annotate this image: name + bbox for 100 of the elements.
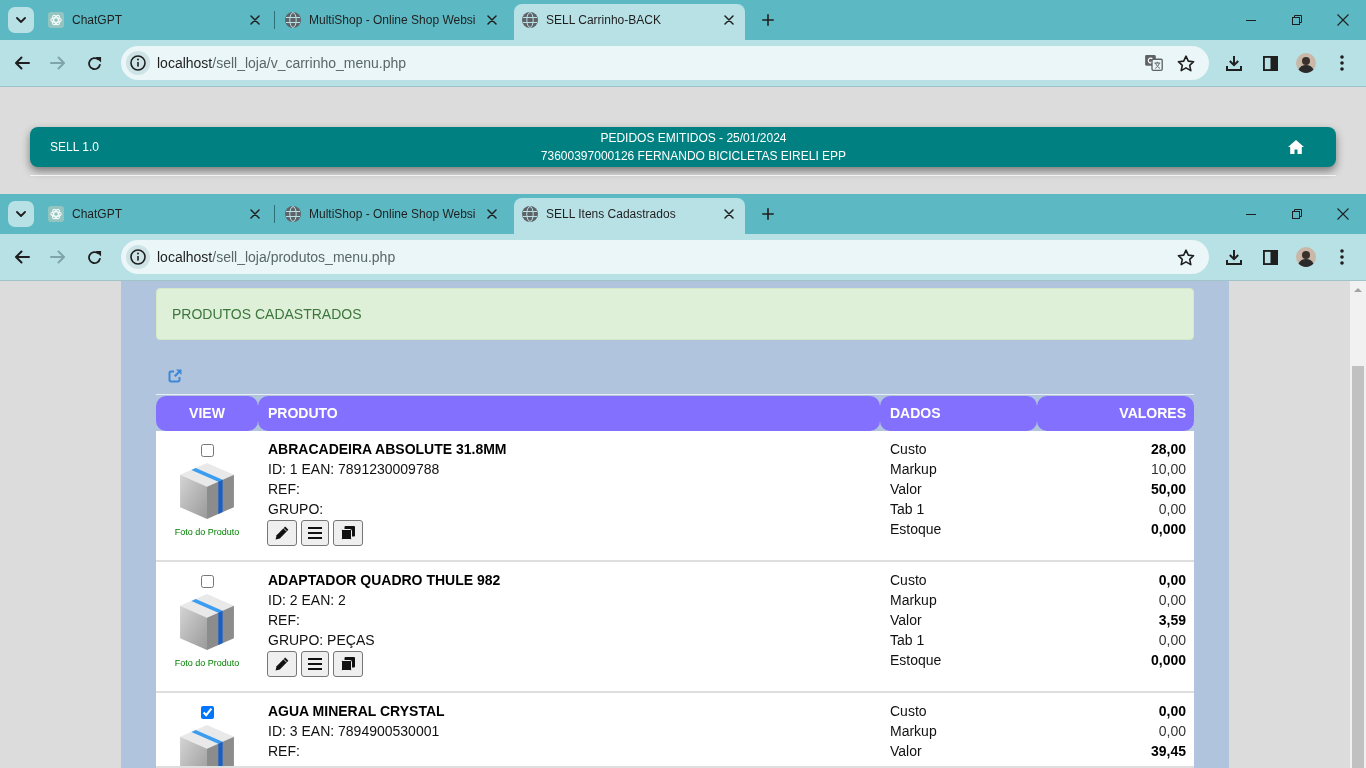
knot-logo-icon (48, 206, 64, 222)
data-value: 0,00 (1158, 571, 1186, 590)
data-label: Custo (890, 702, 927, 721)
translate-icon (1145, 55, 1163, 71)
data-label: Custo (890, 571, 927, 590)
column-header: DADOS (880, 396, 1037, 431)
reload-icon (86, 55, 102, 71)
product-detail: REF: (268, 742, 300, 761)
close-icon (250, 15, 260, 25)
close-tab-button[interactable] (484, 12, 500, 28)
list-button[interactable] (301, 651, 329, 677)
data-label: Valor (890, 742, 922, 761)
tab-search-button[interactable] (8, 201, 34, 227)
home-icon[interactable] (1288, 140, 1304, 154)
browser-tab[interactable]: SELL Itens Cadastrados (514, 198, 745, 234)
data-value: 0,00 (1158, 722, 1186, 741)
duplicate-button[interactable] (333, 651, 363, 677)
tab-search-button[interactable] (8, 7, 34, 33)
data-value: 3,59 (1158, 611, 1186, 630)
list-icon (308, 527, 322, 539)
page-title: PEDIDOS EMITIDOS - 25/01/2024 (600, 130, 787, 147)
side-panel-icon (1262, 249, 1278, 265)
data-label: Markup (890, 591, 937, 610)
forward-arrow-icon (50, 250, 66, 264)
edit-button[interactable] (267, 651, 297, 677)
plus-icon (762, 14, 774, 26)
close-icon (250, 209, 260, 219)
close-icon (1337, 14, 1349, 26)
data-label: Markup (890, 722, 937, 741)
data-value: 10,00 (1150, 460, 1186, 479)
data-label: Estoque (890, 651, 942, 670)
back-arrow-icon (14, 250, 30, 264)
url-text[interactable]: localhost/sell_loja/v_carrinho_menu.php (157, 52, 407, 74)
scrollbar-thumb[interactable] (1352, 366, 1364, 768)
restore-icon (1292, 15, 1302, 25)
globe-icon (285, 206, 301, 222)
product-detail: ID: 3 EAN: 7894900530001 (268, 722, 440, 741)
list-button[interactable] (301, 520, 329, 546)
data-label: Custo (890, 440, 927, 459)
data-value: 0,00 (1158, 591, 1186, 610)
data-value: 0,000 (1150, 520, 1186, 539)
pencil-icon (275, 526, 289, 540)
globe-icon (522, 12, 538, 28)
reload-icon (86, 249, 102, 265)
package-icon (180, 463, 234, 519)
photo-caption: Foto do Produto (174, 658, 240, 669)
duplicate-button[interactable] (333, 520, 363, 546)
star-icon (1177, 248, 1195, 266)
product-detail: ID: 2 EAN: 2 (268, 591, 346, 610)
data-value: 39,45 (1150, 742, 1186, 761)
product-name: AGUA MINERAL CRYSTAL (268, 702, 445, 721)
avatar-icon (1296, 53, 1316, 73)
close-icon (487, 15, 497, 25)
brand-label[interactable]: SELL 1.0 (50, 138, 99, 156)
close-tab-button[interactable] (721, 12, 737, 28)
browser-tab[interactable]: ChatGPT (40, 4, 271, 40)
data-value: 28,00 (1150, 440, 1186, 459)
column-header: VALORES (1037, 396, 1194, 431)
data-label: Valor (890, 611, 922, 630)
minimize-icon (1246, 19, 1256, 21)
url-text[interactable]: localhost/sell_loja/produtos_menu.php (157, 246, 396, 268)
package-icon (180, 594, 234, 650)
minimize-icon (1246, 213, 1256, 215)
close-icon (1337, 208, 1349, 220)
address-bar[interactable]: localhost/sell_loja/v_carrinho_menu.php (121, 46, 1209, 80)
copy-icon (341, 526, 355, 540)
product-detail: REF: (268, 611, 300, 630)
close-icon (724, 15, 734, 25)
globe-icon (285, 12, 301, 28)
data-label: Tab 1 (890, 500, 925, 519)
product-detail: REF: (268, 480, 300, 499)
chevron-down-icon (16, 211, 26, 217)
close-tab-button[interactable] (247, 12, 263, 28)
info-icon[interactable] (126, 51, 150, 75)
close-tab-button[interactable] (721, 206, 737, 222)
product-detail: GRUPO: (268, 500, 324, 519)
browser-tab[interactable]: SELL Carrinho-BACK (514, 4, 745, 40)
column-header: PRODUTO (258, 396, 880, 431)
close-tab-button[interactable] (484, 206, 500, 222)
download-icon (1226, 55, 1242, 71)
select-checkbox[interactable] (200, 444, 214, 457)
data-value: 0,00 (1158, 500, 1186, 519)
scrollbar[interactable] (1350, 281, 1366, 768)
edit-button[interactable] (267, 520, 297, 546)
three-dots-icon (1340, 55, 1344, 71)
browser-tab[interactable]: MultiShop - Online Shop Websi (277, 198, 508, 234)
browser-tab[interactable]: MultiShop - Online Shop Websi (277, 4, 508, 40)
browser-tab[interactable]: ChatGPT (40, 198, 271, 234)
restore-icon (1292, 209, 1302, 219)
knot-logo-icon (48, 12, 64, 28)
info-icon[interactable] (126, 245, 150, 269)
product-name: ABRACADEIRA ABSOLUTE 31.8MM (268, 440, 507, 459)
data-value: 0,00 (1158, 631, 1186, 650)
select-checkbox[interactable] (200, 575, 214, 588)
select-checkbox[interactable] (200, 706, 214, 719)
data-label: Tab 1 (890, 631, 925, 650)
close-tab-button[interactable] (247, 206, 263, 222)
forward-arrow-icon (50, 56, 66, 70)
address-bar[interactable]: localhost/sell_loja/produtos_menu.php (121, 240, 1209, 274)
list-icon (308, 658, 322, 670)
